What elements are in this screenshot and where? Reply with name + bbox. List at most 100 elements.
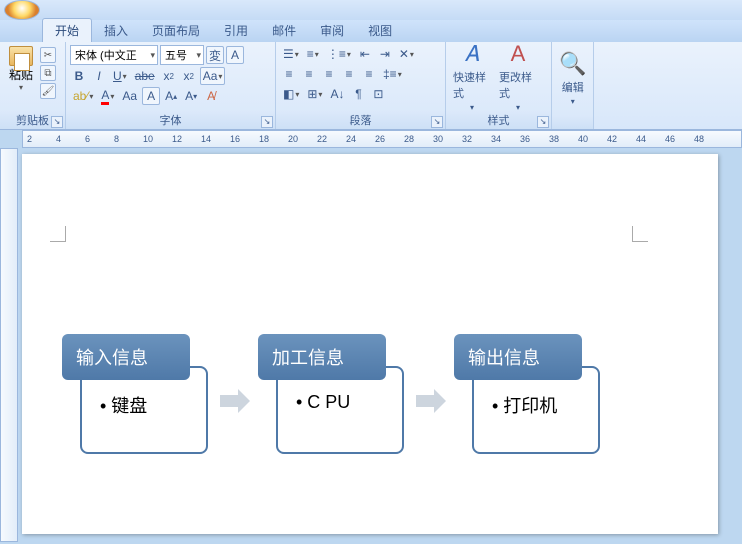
underline-button[interactable]: U	[110, 67, 130, 85]
show-marks-button[interactable]: ¶	[349, 85, 367, 103]
group-label-clipboard: 剪贴板↘	[0, 111, 65, 129]
italic-button[interactable]: I	[90, 67, 108, 85]
group-font: 宋体 (中文正 五号 変 A B I U abe x2 x2 Aa ab⁄ A	[66, 42, 276, 129]
clear-format-button[interactable]: A̸	[202, 87, 220, 105]
group-styles: 𝐴 快速样式 ▾ A 更改样式 ▾ 样式↘	[446, 42, 552, 129]
tab-mail[interactable]: 邮件	[260, 19, 308, 42]
tab-home[interactable]: 开始	[42, 18, 92, 42]
quick-styles-icon: 𝐴	[465, 41, 480, 67]
font-color-button[interactable]: A	[98, 87, 117, 105]
smartart-diagram[interactable]: 输入信息• 键盘加工信息• C PU 输出信息• 打印机	[62, 334, 604, 468]
tab-insert[interactable]: 插入	[92, 19, 140, 42]
quick-styles-button[interactable]: 𝐴 快速样式 ▾	[452, 46, 492, 108]
bold-button[interactable]: B	[70, 67, 88, 85]
line-spacing-button[interactable]: ‡≡	[380, 65, 405, 83]
bullets-button[interactable]: ☰	[280, 45, 302, 63]
group-edit: 🔍 编辑 ▾	[552, 42, 594, 129]
smartart-block[interactable]: 输入信息• 键盘	[62, 334, 212, 468]
ruler-tick: 18	[259, 134, 269, 144]
ribbon: 粘贴 ▾ ✂ ⧉ 🖌 剪贴板↘ 宋体 (中文正 五号 変 A	[0, 42, 742, 130]
ruler-tick: 48	[694, 134, 704, 144]
sort-button[interactable]: A↓	[327, 85, 347, 103]
dialog-launcher-icon[interactable]: ↘	[261, 116, 273, 128]
font-family-combo[interactable]: 宋体 (中文正	[70, 45, 158, 65]
ruler-tick: 4	[56, 134, 61, 144]
grow-font-button[interactable]: A▴	[162, 87, 180, 105]
tab-layout[interactable]: 页面布局	[140, 19, 212, 42]
office-button[interactable]	[4, 0, 40, 20]
change-styles-button[interactable]: A 更改样式 ▾	[498, 46, 538, 108]
decrease-indent-button[interactable]: ⇤	[356, 45, 374, 63]
change-case-button[interactable]: Aa	[200, 67, 226, 85]
align-right-button[interactable]: ≡	[320, 65, 338, 83]
workspace: 输入信息• 键盘加工信息• C PU 输出信息• 打印机	[0, 148, 742, 542]
shrink-font-button[interactable]: A▾	[182, 87, 200, 105]
smartart-head: 加工信息	[258, 334, 386, 380]
ruler-tick: 2	[27, 134, 32, 144]
increase-indent-button[interactable]: ⇥	[376, 45, 394, 63]
cut-button[interactable]: ✂	[40, 47, 56, 63]
margin-corner-icon	[50, 226, 66, 242]
arrow-right-icon	[220, 389, 250, 413]
phonetic-guide-button[interactable]: 変	[206, 46, 224, 64]
copy-button[interactable]: ⧉	[40, 65, 56, 81]
align-left-button[interactable]: ≡	[280, 65, 298, 83]
tab-references[interactable]: 引用	[212, 19, 260, 42]
distribute-button[interactable]: ≡	[360, 65, 378, 83]
change-styles-icon: A	[511, 41, 526, 67]
group-label-paragraph: 段落↘	[276, 111, 445, 129]
group-label-edit	[552, 115, 593, 129]
subscript-button[interactable]: x2	[160, 67, 178, 85]
group-label-styles: 样式↘	[446, 111, 551, 129]
ruler-tick: 40	[578, 134, 588, 144]
ruler-tick: 32	[462, 134, 472, 144]
dialog-launcher-icon[interactable]: ↘	[51, 116, 63, 128]
ruler-tick: 30	[433, 134, 443, 144]
multilevel-button[interactable]: ⋮≡	[324, 45, 354, 63]
numbering-button[interactable]: ≡	[304, 45, 322, 63]
align-center-button[interactable]: ≡	[300, 65, 318, 83]
char-shading-button[interactable]: Aа	[119, 87, 140, 105]
document-page[interactable]: 输入信息• 键盘加工信息• C PU 输出信息• 打印机	[22, 154, 718, 534]
tab-review[interactable]: 审阅	[308, 19, 356, 42]
snap-grid-button[interactable]: ⊡	[369, 85, 387, 103]
format-painter-button[interactable]: 🖌	[40, 83, 56, 99]
ruler-tick: 14	[201, 134, 211, 144]
chevron-down-icon: ▾	[19, 83, 23, 92]
smartart-block[interactable]: 输出信息• 打印机	[454, 334, 604, 468]
justify-button[interactable]: ≡	[340, 65, 358, 83]
char-border-button[interactable]: A	[226, 46, 244, 64]
arrow-right-icon	[416, 389, 446, 413]
find-icon: 🔍	[559, 51, 586, 77]
shading-button[interactable]: ◧	[280, 85, 302, 103]
ribbon-tabs: 开始 插入 页面布局 引用 邮件 审阅 视图	[0, 20, 742, 42]
ruler-tick: 36	[520, 134, 530, 144]
ruler-tick: 44	[636, 134, 646, 144]
font-size-combo[interactable]: 五号	[160, 45, 204, 65]
strike-button[interactable]: abe	[132, 67, 158, 85]
ruler-tick: 22	[317, 134, 327, 144]
ruler-tick: 34	[491, 134, 501, 144]
smartart-block[interactable]: 加工信息• C PU	[258, 334, 408, 468]
borders-button[interactable]: ⊞	[304, 85, 325, 103]
tab-view[interactable]: 视图	[356, 19, 404, 42]
highlight-button[interactable]: ab⁄	[70, 87, 96, 105]
chevron-down-icon: ▾	[571, 97, 575, 106]
text-direction-button[interactable]: ✕	[396, 45, 417, 63]
ruler-tick: 24	[346, 134, 356, 144]
ruler-tick: 10	[143, 134, 153, 144]
ruler-tick: 12	[172, 134, 182, 144]
paste-icon	[9, 46, 33, 66]
enclose-char-button[interactable]: A	[142, 87, 160, 105]
dialog-launcher-icon[interactable]: ↘	[537, 116, 549, 128]
dialog-launcher-icon[interactable]: ↘	[431, 116, 443, 128]
vertical-ruler[interactable]	[0, 148, 18, 542]
ruler-tick: 20	[288, 134, 298, 144]
edit-button[interactable]: 🔍 编辑 ▾	[558, 48, 587, 110]
horizontal-ruler[interactable]: 2468101214161820222426283032343638404244…	[22, 130, 742, 148]
paste-button[interactable]: 粘贴 ▾	[4, 45, 38, 93]
margin-corner-icon	[632, 226, 648, 242]
ruler-tick: 8	[114, 134, 119, 144]
superscript-button[interactable]: x2	[180, 67, 198, 85]
ruler-tick: 38	[549, 134, 559, 144]
